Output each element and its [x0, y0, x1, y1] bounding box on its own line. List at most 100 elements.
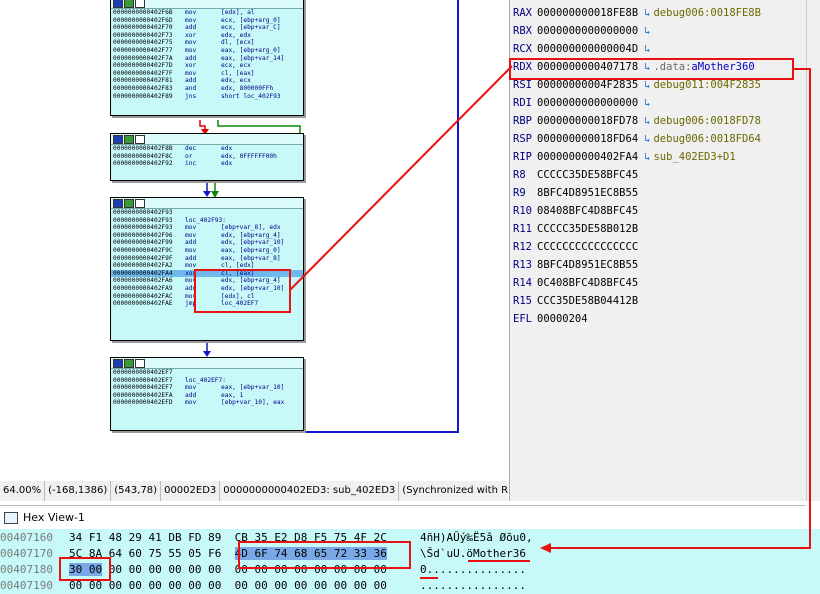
- register-target[interactable]: debug006:0018FD64: [653, 133, 760, 145]
- asm-line[interactable]: 0000000000402FA6 mov edx, [ebp+arg_4]: [111, 277, 303, 285]
- hex-ascii[interactable]: 0...............: [420, 562, 526, 578]
- node-comment-icon[interactable]: [135, 135, 145, 144]
- code-block-1[interactable]: 0000000000402F6B mov [edx], al 000000000040…: [110, 0, 304, 116]
- register-value[interactable]: 000000000018FD64: [537, 133, 638, 145]
- asm-line[interactable]: 0000000000402FAC mov [edx], cl: [111, 293, 303, 301]
- asm-line[interactable]: 0000000000402F70 add ecx, [ebp+var_C]: [111, 24, 303, 32]
- hex-bytes-high[interactable]: 4D 6F 74 68 65 72 33 36: [234, 547, 387, 560]
- hex-bytes-high[interactable]: 00 00 00 00 00 00 00 00: [235, 579, 387, 592]
- register-value[interactable]: 0000000000000000: [537, 25, 638, 37]
- asm-line[interactable]: 0000000000402F73 xor edx, edx: [111, 32, 303, 40]
- node-graph-icon[interactable]: [124, 0, 134, 8]
- asm-line[interactable]: 0000000000402F7F mov cl, [eax]: [111, 70, 303, 78]
- asm-line[interactable]: 0000000000402F93 loc_402F93:: [111, 217, 303, 225]
- general-registers-panel[interactable]: RAX 000000000018FE8B ↳ debug006:0018FE8B RBX…: [509, 0, 808, 501]
- hex-bytes[interactable]: 00 00 00 00 00 00 00 00 00 00 00 00 00 0…: [69, 578, 387, 594]
- asm-line[interactable]: 0000000000402F83 and edx, 800000FFh: [111, 85, 303, 93]
- register-row-r12[interactable]: R12 CCCCCCCCCCCCCCCC: [513, 238, 638, 256]
- asm-line[interactable]: 0000000000402EF7 loc_402EF7:: [111, 377, 303, 385]
- asm-line[interactable]: 0000000000402F99 add edx, [ebp+var_10]: [111, 239, 303, 247]
- register-target[interactable]: debug011:004F2835: [653, 79, 760, 91]
- register-value[interactable]: CCCCCCCCCCCCCCCC: [537, 241, 638, 253]
- asm-line[interactable]: 0000000000402F6B mov [edx], al: [111, 9, 303, 17]
- register-row-r8[interactable]: R8 CCCCC35DE58BFC45: [513, 166, 638, 184]
- register-value[interactable]: 00000000004F2835: [537, 79, 638, 91]
- node-color-icon[interactable]: [113, 199, 123, 208]
- asm-line[interactable]: 0000000000402EF7 mov eax, [ebp+var_10]: [111, 384, 303, 392]
- hex-view[interactable]: 00407160 34 F1 48 29 41 DB FD 89 CB 35 E2…: [0, 529, 820, 594]
- register-row-r14[interactable]: R14 0C408BFC4D8BFC45: [513, 274, 638, 292]
- node-comment-icon[interactable]: [135, 359, 145, 368]
- asm-line[interactable]: 0000000000402EF7: [111, 369, 303, 377]
- register-row-rsp[interactable]: RSP 000000000018FD64 ↳ debug006:0018FD64: [513, 130, 761, 148]
- register-row-efl[interactable]: EFL 00000204: [513, 310, 588, 328]
- asm-line[interactable]: 0000000000402F81 add edx, ecx: [111, 77, 303, 85]
- register-value[interactable]: CCCCC35DE58B012B: [537, 223, 638, 235]
- hex-bytes-low[interactable]: 30 00 00 00 00 00 00 00: [69, 563, 221, 576]
- hex-bytes-selected[interactable]: 30 00: [69, 563, 103, 576]
- register-target[interactable]: sub_402ED3+D1: [653, 151, 735, 163]
- register-value[interactable]: 08408BFC4D8BFC45: [537, 205, 638, 217]
- asm-line[interactable]: 0000000000402F96 mov edx, [ebp+arg_4]: [111, 232, 303, 240]
- asm-line[interactable]: 0000000000402F93 mov [ebp+var_8], edx: [111, 224, 303, 232]
- asm-line[interactable]: 0000000000402F6D mov ecx, [ebp+arg_0]: [111, 17, 303, 25]
- asm-line[interactable]: 0000000000402F77 mov eax, [ebp+arg_0]: [111, 47, 303, 55]
- register-row-r9[interactable]: R9 8BFC4D8951EC8B55: [513, 184, 638, 202]
- graph-view[interactable]: 0000000000402F6B mov [edx], al 000000000040…: [0, 0, 508, 481]
- register-value[interactable]: 00000204: [537, 313, 588, 325]
- node-graph-icon[interactable]: [124, 135, 134, 144]
- register-target[interactable]: debug006:0018FE8B: [653, 7, 760, 19]
- asm-line[interactable]: 0000000000402FA4 xor cl, [eax]: [111, 269, 303, 278]
- hex-bytes-high[interactable]: CB 35 E2 D8 F5 75 4F 2C: [235, 531, 387, 544]
- asm-line[interactable]: 0000000000402FA2 mov cl, [edx]: [111, 262, 303, 270]
- code-block-2[interactable]: 0000000000402F8B dec edx 0000000000402F8C or…: [110, 133, 304, 181]
- hex-view-tab[interactable]: Hex View-1: [0, 505, 806, 530]
- hex-ascii[interactable]: \Šd`uU.öMother36: [420, 546, 526, 562]
- hex-bytes-low[interactable]: 5C 8A 64 60 75 55 05 F6: [69, 547, 221, 560]
- hex-ascii[interactable]: 4ñH)AÛý‰Ë5â Øõu0,: [420, 530, 533, 546]
- register-value[interactable]: CCC35DE58B04412B: [537, 295, 638, 307]
- asm-line[interactable]: 0000000000402F92 inc edx: [111, 160, 303, 168]
- node-color-icon[interactable]: [113, 135, 123, 144]
- register-row-rip[interactable]: RIP 0000000000402FA4 ↳ sub_402ED3+D1: [513, 148, 736, 166]
- asm-line[interactable]: 0000000000402F8B dec edx: [111, 145, 303, 153]
- register-value[interactable]: 0000000000407178: [537, 61, 638, 73]
- asm-line[interactable]: 0000000000402FA9 add edx, [ebp+var_10]: [111, 285, 303, 293]
- register-target[interactable]: .data:aMother360: [653, 61, 754, 73]
- hex-bytes-low[interactable]: 34 F1 48 29 41 DB FD 89: [69, 531, 221, 544]
- asm-line[interactable]: 0000000000402F8C or edx, 0FFFFFF00h: [111, 153, 303, 161]
- hex-bytes[interactable]: 34 F1 48 29 41 DB FD 89 CB 35 E2 D8 F5 7…: [69, 530, 387, 546]
- asm-line[interactable]: 0000000000402EFD mov [ebp+var_10], eax: [111, 399, 303, 407]
- node-color-icon[interactable]: [113, 359, 123, 368]
- node-comment-icon[interactable]: [135, 199, 145, 208]
- asm-line[interactable]: 0000000000402F7D xor ecx, ecx: [111, 62, 303, 70]
- register-row-r11[interactable]: R11 CCCCC35DE58B012B: [513, 220, 638, 238]
- register-value[interactable]: 8BFC4D8951EC8B55: [537, 259, 638, 271]
- node-color-icon[interactable]: [113, 0, 123, 8]
- register-row-rdx[interactable]: RDX 0000000000407178 ↳ .data:aMother360: [513, 58, 755, 76]
- asm-line[interactable]: 0000000000402F93: [111, 209, 303, 217]
- asm-line[interactable]: 0000000000402F89 jns short loc_402F93: [111, 93, 303, 101]
- register-row-rbp[interactable]: RBP 000000000018FD78 ↳ debug006:0018FD78: [513, 112, 761, 130]
- register-row-r13[interactable]: R13 8BFC4D8951EC8B55: [513, 256, 638, 274]
- register-row-rdi[interactable]: RDI 0000000000000000 ↳: [513, 94, 653, 112]
- hex-bytes[interactable]: 30 00 00 00 00 00 00 00 00 00 00 00 00 0…: [69, 562, 387, 578]
- node-graph-icon[interactable]: [124, 359, 134, 368]
- code-block-4[interactable]: 0000000000402EF7 0000000000402EF7 loc_402E…: [110, 357, 304, 431]
- node-graph-icon[interactable]: [124, 199, 134, 208]
- register-value[interactable]: CCCCC35DE58BFC45: [537, 169, 638, 181]
- hex-bytes[interactable]: 5C 8A 64 60 75 55 05 F6 4D 6F 74 68 65 7…: [69, 546, 387, 562]
- hex-bytes-high[interactable]: 00 00 00 00 00 00 00 00: [235, 563, 387, 576]
- register-value[interactable]: 8BFC4D8951EC8B55: [537, 187, 638, 199]
- node-comment-icon[interactable]: [135, 0, 145, 8]
- register-target[interactable]: debug006:0018FD78: [653, 115, 760, 127]
- register-row-rbx[interactable]: RBX 0000000000000000 ↳: [513, 22, 653, 40]
- registers-scrollbar[interactable]: [806, 0, 820, 501]
- register-value[interactable]: 000000000018FE8B: [537, 7, 638, 19]
- register-row-rcx[interactable]: RCX 000000000000004D ↳: [513, 40, 653, 58]
- asm-line[interactable]: 0000000000402F9C mov eax, [ebp+arg_0]: [111, 247, 303, 255]
- asm-line[interactable]: 0000000000402F9F add eax, [ebp+var_8]: [111, 255, 303, 263]
- hex-bytes-low[interactable]: 00 00 00 00 00 00 00 00: [69, 579, 221, 592]
- register-value[interactable]: 000000000018FD78: [537, 115, 638, 127]
- asm-line[interactable]: 0000000000402F75 mov dl, [ecx]: [111, 39, 303, 47]
